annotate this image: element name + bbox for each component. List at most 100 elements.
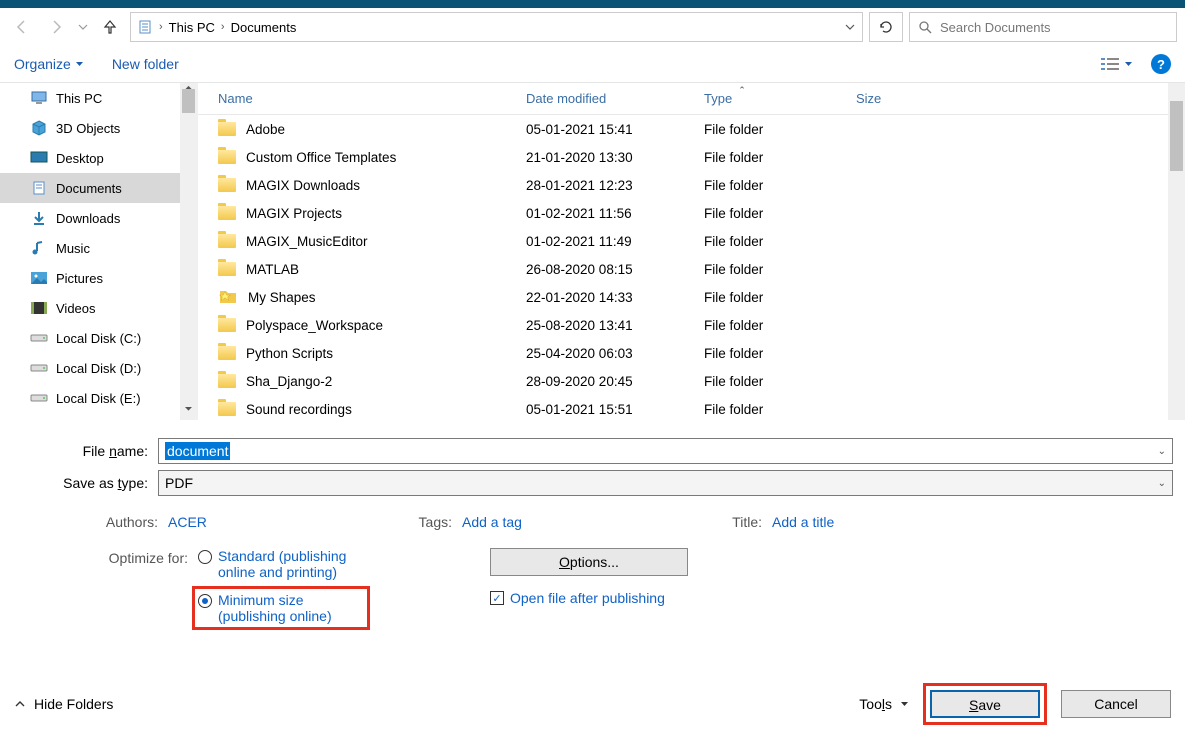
tree-scrollbar[interactable]: ⏶ ⏷ [180,83,197,420]
scrollbar-thumb[interactable] [1170,101,1183,171]
folder-icon [218,402,236,416]
highlight-minimum-size: Minimum size (publishing online) [192,586,370,630]
music-icon [30,239,48,257]
tree-item-local-disk-e-[interactable]: Local Disk (E:) [0,383,197,413]
folder-icon [218,262,236,276]
recent-dropdown[interactable] [76,13,90,41]
file-list: Name Date modified Type⌃ Size Adobe05-01… [198,83,1185,420]
address-bar[interactable]: › This PC › Documents [130,12,863,42]
file-row[interactable]: MATLAB26-08-2020 08:15File folder [198,255,1185,283]
chevron-down-icon[interactable]: ⌄ [1158,446,1166,457]
file-row[interactable]: Adobe05-01-2021 15:41File folder [198,115,1185,143]
folder-icon [218,206,236,220]
file-row[interactable]: MAGIX Projects01-02-2021 11:56File folde… [198,199,1185,227]
options-button[interactable]: Options... [490,548,688,576]
column-date[interactable]: Date modified [526,91,704,106]
tags-value[interactable]: Add a tag [462,514,522,530]
disk-icon [30,329,48,347]
disk-icon [30,389,48,407]
navigation-tree: This PC3D ObjectsDesktopDocumentsDownloa… [0,83,198,420]
search-input[interactable]: Search Documents [909,12,1177,42]
file-row[interactable]: MAGIX_MusicEditor01-02-2021 11:49File fo… [198,227,1185,255]
title-label: Title: [692,514,762,530]
bottom-panel: File name: document ⌄ Save as type: PDF … [0,420,1185,630]
column-size[interactable]: Size [856,91,1185,106]
file-row[interactable]: MAGIX Downloads28-01-2021 12:23File fold… [198,171,1185,199]
tree-item-local-disk-d-[interactable]: Local Disk (D:) [0,353,197,383]
radio-minimum[interactable]: Minimum size (publishing online) [198,592,364,624]
save-button[interactable]: Save [930,690,1040,718]
organize-menu[interactable]: Organize [14,56,84,72]
folder-icon [218,150,236,164]
checkbox-icon: ✓ [490,591,504,605]
scrollbar-thumb[interactable] [182,89,195,113]
search-placeholder: Search Documents [940,20,1051,35]
tree-item-downloads[interactable]: Downloads [0,203,197,233]
pic-icon [30,269,48,287]
pc-icon [30,89,48,107]
file-row[interactable]: Sound recordings05-01-2021 15:51File fol… [198,395,1185,420]
breadcrumb-this-pc[interactable]: This PC [169,20,215,35]
folder-icon [218,234,236,248]
chevron-down-icon [1124,60,1133,69]
radio-icon [198,550,212,564]
folder-icon [218,318,236,332]
footer: Hide Folders Tools Save Cancel [0,686,1185,722]
column-type[interactable]: Type⌃ [704,91,856,106]
tree-item-local-disk-c-[interactable]: Local Disk (C:) [0,323,197,353]
tree-item-documents[interactable]: Documents [0,173,197,203]
file-row[interactable]: Custom Office Templates21-01-2020 13:30F… [198,143,1185,171]
folder-icon [218,374,236,388]
title-value[interactable]: Add a title [772,514,834,530]
file-row[interactable]: Python Scripts25-04-2020 06:03File folde… [198,339,1185,367]
tree-item-music[interactable]: Music [0,233,197,263]
saveastype-label: Save as type: [12,475,158,491]
file-row[interactable]: Sha_Django-228-09-2020 20:45File folder [198,367,1185,395]
authors-value[interactable]: ACER [168,514,207,530]
file-scrollbar[interactable] [1168,83,1185,420]
sort-indicator-icon: ⌃ [738,85,746,96]
tree-item-pictures[interactable]: Pictures [0,263,197,293]
radio-standard[interactable]: Standard (publishing online and printing… [198,548,370,580]
chevron-down-icon[interactable] [844,21,856,33]
refresh-button[interactable] [869,12,903,42]
scroll-down-icon[interactable]: ⏷ [180,404,197,420]
tree-item-desktop[interactable]: Desktop [0,143,197,173]
tree-item-this-pc[interactable]: This PC [0,83,197,113]
file-row[interactable]: My Shapes22-01-2020 14:33File folder [198,283,1185,311]
chevron-up-icon [14,698,26,710]
main-area: This PC3D ObjectsDesktopDocumentsDownloa… [0,82,1185,420]
search-icon [918,20,932,34]
file-row[interactable]: Polyspace_Workspace25-08-2020 13:41File … [198,311,1185,339]
navigation-row: › This PC › Documents Search Documents [0,8,1185,46]
saveastype-combo[interactable]: PDF ⌄ [158,470,1173,496]
folder-icon [218,122,236,136]
open-after-checkbox[interactable]: ✓ Open file after publishing [490,590,688,606]
tools-menu[interactable]: Tools [859,696,909,712]
chevron-down-icon [900,700,909,709]
hide-folders-button[interactable]: Hide Folders [14,696,113,712]
forward-button[interactable] [42,13,70,41]
chevron-right-icon: › [159,21,163,33]
column-name[interactable]: Name [198,91,526,106]
doc-icon [30,179,48,197]
folder-icon [218,178,236,192]
view-options-button[interactable] [1100,56,1133,72]
tree-item-3d-objects[interactable]: 3D Objects [0,113,197,143]
back-button[interactable] [8,13,36,41]
new-folder-button[interactable]: New folder [112,56,179,72]
breadcrumb-documents[interactable]: Documents [231,20,297,35]
highlight-save-button: Save [923,683,1047,725]
cancel-button[interactable]: Cancel [1061,690,1171,718]
filename-input[interactable]: document ⌄ [158,438,1173,464]
title-bar [0,0,1185,8]
desktop-icon [30,149,48,167]
up-button[interactable] [96,13,124,41]
help-button[interactable]: ? [1151,54,1171,74]
chevron-down-icon[interactable]: ⌄ [1158,478,1166,489]
tree-item-videos[interactable]: Videos [0,293,197,323]
optimize-label: Optimize for: [12,548,198,630]
3d-icon [30,119,48,137]
disk-icon [30,359,48,377]
authors-label: Authors: [12,514,158,530]
